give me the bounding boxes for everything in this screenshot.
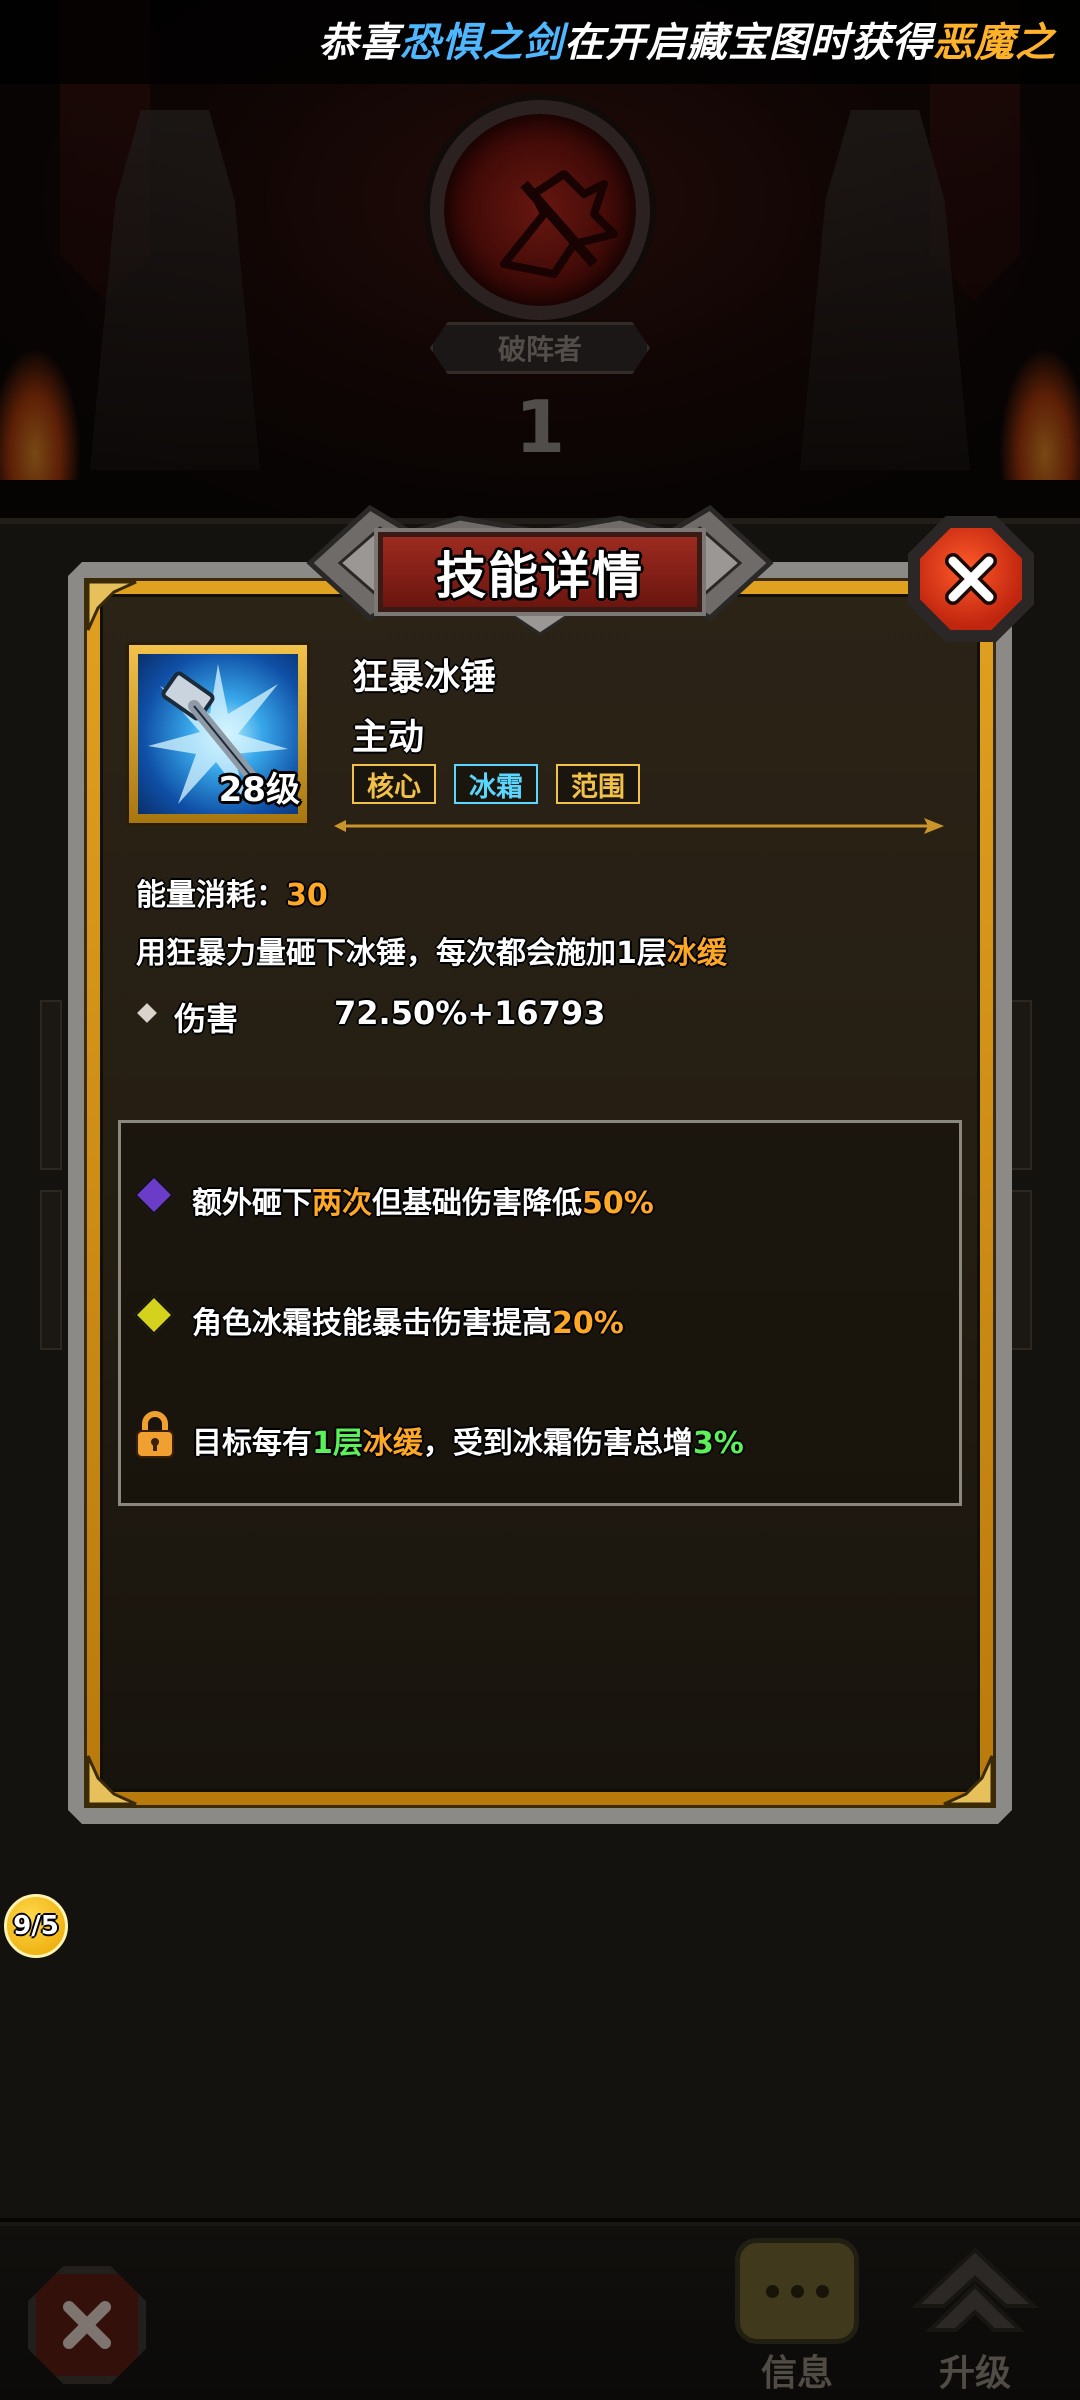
skill-type: 主动 — [352, 717, 425, 758]
energy-cost-value: 30 — [286, 878, 328, 913]
corner-ornament-icon — [86, 580, 137, 631]
energy-cost-label: 能量消耗： — [136, 878, 286, 913]
description-keyword: 冰缓 — [666, 936, 727, 971]
trait-text: ，受到冰霜伤害总增 — [422, 1426, 693, 1461]
trait-text: 但基础伤害降低 — [372, 1186, 582, 1221]
close-button[interactable] — [908, 516, 1034, 642]
damage-value: 72.50%+16793 — [334, 994, 606, 1032]
trait-highlight: 冰缓 — [362, 1426, 423, 1461]
trait-highlight: 20% — [552, 1306, 624, 1341]
trait-highlight: 两次 — [312, 1186, 372, 1221]
energy-cost: 能量消耗：30 — [136, 870, 328, 914]
trait-highlight: 50% — [582, 1186, 654, 1221]
trait-highlight: 3% — [692, 1426, 744, 1461]
skill-name: 狂暴冰锤 — [352, 657, 497, 698]
trait-highlight: 1层 — [312, 1426, 363, 1461]
progress-badge[interactable]: 9/5 — [4, 1894, 68, 1958]
trait-item-locked: 目标每有1层冰缓，受到冰霜伤害总增3% — [192, 1418, 744, 1462]
notice-part: 恭喜 — [318, 20, 400, 66]
close-icon — [945, 553, 997, 605]
corner-ornament-icon — [86, 1755, 137, 1806]
tag-frost: 冰霜 — [454, 764, 538, 804]
corner-ornament-icon — [943, 1755, 994, 1806]
trait-item: 角色冰霜技能暴击伤害提高20% — [192, 1298, 624, 1342]
close-button-face[interactable] — [920, 528, 1022, 630]
notice-reward-name: 恶魔之 — [933, 20, 1056, 66]
trait-text: 额外砸下 — [192, 1186, 312, 1221]
description-text: 用狂暴力量砸下冰锤，每次都会施加1层 — [136, 936, 667, 971]
tag-area: 范围 — [556, 764, 640, 804]
tag-core: 核心 — [352, 764, 436, 804]
broadcast-notice: 恭喜恐惧之剑在开启藏宝图时获得恶魔之 — [0, 0, 1080, 84]
skill-level: 28级 — [218, 770, 300, 810]
trait-item: 额外砸下两次但基础伤害降低50% — [192, 1178, 654, 1222]
notice-item-name: 恐惧之剑 — [400, 20, 564, 66]
lock-icon — [136, 1411, 174, 1458]
skill-description: 用狂暴力量砸下冰锤，每次都会施加1层冰缓 — [136, 928, 727, 972]
notice-text: 恭喜恐惧之剑在开启藏宝图时获得恶魔之 — [318, 10, 1056, 68]
divider-arrow-icon — [334, 818, 944, 834]
damage-label: 伤害 — [174, 1000, 239, 1038]
trait-text: 目标每有 — [192, 1426, 312, 1461]
modal-title: 技能详情 — [436, 547, 644, 605]
notice-part: 在开启藏宝图时获得 — [564, 20, 933, 66]
trait-text: 角色冰霜技能暴击伤害提高 — [192, 1306, 552, 1341]
